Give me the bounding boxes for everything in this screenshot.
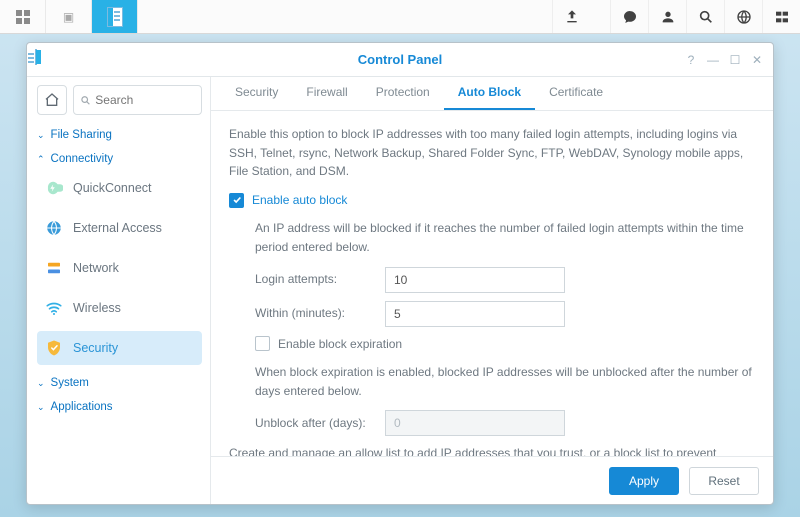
chevron-down-icon: ⌄ [37, 402, 45, 413]
unblock-label: Unblock after (days): [255, 414, 385, 433]
tray-notify[interactable] [610, 0, 648, 33]
unblock-input [385, 410, 565, 436]
tray-search[interactable] [686, 0, 724, 33]
minimize-button[interactable]: — [703, 50, 723, 70]
main-panel: Security Firewall Protection Auto Block … [211, 77, 773, 504]
search-box[interactable] [73, 85, 202, 115]
control-panel-window: Control Panel ? — ☐ ✕ ⌄File Sharing ⌃Con… [26, 42, 774, 505]
allow-desc-text: Create and manage an allow list to add I… [229, 444, 755, 456]
bubble-icon [622, 9, 638, 25]
close-button[interactable]: ✕ [747, 50, 767, 70]
globe-icon [45, 219, 63, 237]
tray-widgets[interactable] [724, 0, 762, 33]
tab-bar: Security Firewall Protection Auto Block … [211, 77, 773, 111]
section-applications[interactable]: ⌄Applications [37, 401, 202, 413]
search-input[interactable] [95, 93, 195, 107]
within-input[interactable] [385, 301, 565, 327]
taskbar: ▣ [0, 0, 800, 34]
maximize-button[interactable]: ☐ [725, 50, 745, 70]
sidebar-item-label: External Access [73, 221, 162, 235]
chevron-up-icon: ⌃ [37, 154, 45, 165]
attempts-label: Login attempts: [255, 270, 385, 289]
chevron-down-icon: ⌄ [37, 130, 45, 141]
grid-icon [16, 10, 30, 24]
enable-autoblock-checkbox[interactable] [229, 193, 244, 208]
wifi-icon [45, 299, 63, 317]
network-icon [45, 259, 63, 277]
section-file-sharing[interactable]: ⌄File Sharing [37, 129, 202, 141]
sidebar-item-wireless[interactable]: Wireless [37, 291, 202, 325]
sidebar-item-label: QuickConnect [73, 181, 152, 195]
sidebar-item-label: Wireless [73, 301, 121, 315]
intro-text: Enable this option to block IP addresses… [229, 125, 755, 181]
sidebar-item-network[interactable]: Network [37, 251, 202, 285]
sidebar-item-externalaccess[interactable]: External Access [37, 211, 202, 245]
help-button[interactable]: ? [681, 50, 701, 70]
tab-autoblock[interactable]: Auto Block [444, 76, 535, 110]
enable-expiration-checkbox[interactable] [255, 336, 270, 351]
user-icon [660, 9, 676, 25]
ip-desc-text: An IP address will be blocked if it reac… [255, 219, 755, 256]
reset-button[interactable]: Reset [689, 467, 759, 495]
search-icon [80, 94, 91, 107]
window-icon [35, 50, 37, 64]
footer: Apply Reset [211, 456, 773, 504]
chevron-down-icon: ⌄ [37, 378, 45, 389]
tab-firewall[interactable]: Firewall [292, 76, 361, 110]
sidebar-item-label: Security [73, 341, 118, 355]
sidebar-item-quickconnect[interactable]: QuickConnect [37, 171, 202, 205]
sidebar: ⌄File Sharing ⌃Connectivity QuickConnect… [27, 77, 211, 504]
tray-user[interactable] [648, 0, 686, 33]
expire-desc-text: When block expiration is enabled, blocke… [255, 363, 755, 400]
enable-expiration-label: Enable block expiration [278, 335, 402, 354]
tab-protection[interactable]: Protection [362, 76, 444, 110]
enable-autoblock-label: Enable auto block [252, 191, 347, 210]
home-button[interactable] [37, 85, 67, 115]
controlpanel-icon [107, 7, 123, 27]
upload-icon [564, 9, 580, 25]
window-title: Control Panel [358, 52, 443, 67]
panels-icon [774, 9, 790, 25]
attempts-input[interactable] [385, 267, 565, 293]
titlebar: Control Panel ? — ☐ ✕ [27, 43, 773, 77]
search-icon [698, 9, 714, 25]
apply-button[interactable]: Apply [609, 467, 679, 495]
sidebar-item-security[interactable]: Security [37, 331, 202, 365]
taskbar-app-1[interactable]: ▣ [46, 0, 92, 33]
tab-security[interactable]: Security [221, 76, 292, 110]
taskbar-app-controlpanel[interactable] [92, 0, 138, 33]
tray-upload[interactable] [552, 0, 590, 33]
home-icon [44, 92, 60, 108]
quickconnect-icon [45, 179, 63, 197]
tab-certificate[interactable]: Certificate [535, 76, 617, 110]
taskbar-tray [552, 0, 800, 33]
section-connectivity[interactable]: ⌃Connectivity [37, 153, 202, 165]
taskbar-launcher[interactable] [0, 0, 46, 33]
within-label: Within (minutes): [255, 304, 385, 323]
check-icon [232, 195, 242, 205]
shield-icon [45, 339, 63, 357]
tray-pilot[interactable] [762, 0, 800, 33]
globe-icon [736, 9, 752, 25]
sidebar-item-label: Network [73, 261, 119, 275]
content-autoblock: Enable this option to block IP addresses… [211, 111, 773, 456]
section-system[interactable]: ⌄System [37, 377, 202, 389]
